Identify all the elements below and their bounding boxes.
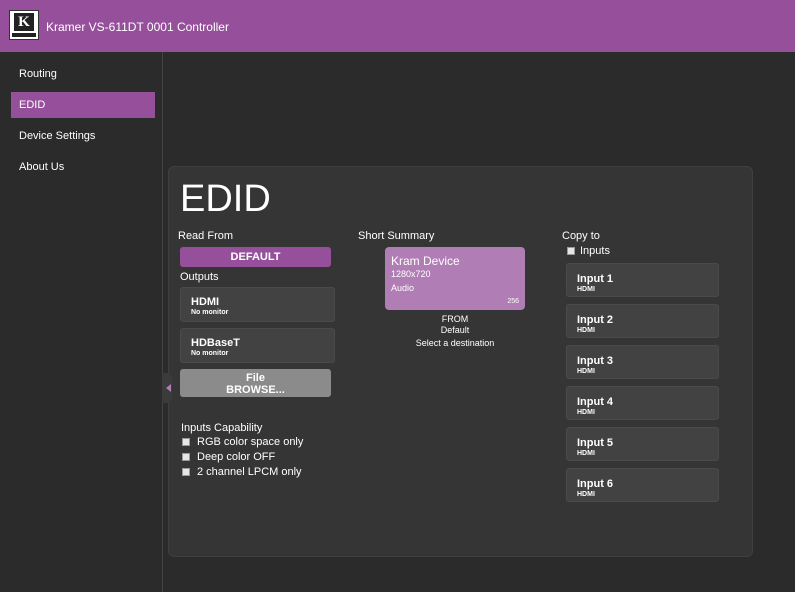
summary-card: Kram Device 1280x720 Audio 256	[385, 247, 525, 310]
deep-color-checkbox[interactable]	[182, 453, 190, 461]
header-bar: K Kramer VS-611DT 0001 Controller	[0, 0, 795, 52]
default-button[interactable]: DEFAULT	[180, 247, 331, 267]
outputs-label: Outputs	[180, 271, 219, 283]
sidebar-item-routing[interactable]: Routing	[11, 61, 155, 87]
summary-number: 256	[507, 298, 519, 305]
output-status: No monitor	[191, 350, 229, 357]
deep-color-label: Deep color OFF	[197, 451, 276, 463]
kramer-logo: K	[9, 10, 39, 40]
input-type: HDMI	[577, 327, 595, 334]
input-type: HDMI	[577, 286, 595, 293]
short-summary-label: Short Summary	[358, 230, 435, 242]
copy-input-3[interactable]: Input 3 HDMI	[566, 345, 719, 379]
rgb-color-checkbox[interactable]	[182, 438, 190, 446]
copy-to-label: Copy to	[562, 230, 600, 242]
copy-input-5[interactable]: Input 5 HDMI	[566, 427, 719, 461]
sidebar-item-edid[interactable]: EDID	[11, 92, 155, 118]
output-name: HDMI	[191, 296, 220, 308]
lpcm-label: 2 channel LPCM only	[197, 466, 302, 478]
lpcm-checkbox[interactable]	[182, 468, 190, 476]
sidebar: Routing EDID Device Settings About Us	[3, 52, 163, 592]
logo-letter: K	[14, 13, 34, 31]
summary-resolution: 1280x720	[391, 269, 431, 279]
select-destination-text: Select a destination	[415, 338, 495, 348]
app-title: Kramer VS-611DT 0001 Controller	[46, 20, 229, 34]
input-name: Input 1	[577, 273, 614, 285]
copy-input-6[interactable]: Input 6 HDMI	[566, 468, 719, 502]
from-label: FROM	[441, 314, 469, 324]
input-name: Input 6	[577, 478, 614, 490]
browse-label: BROWSE...	[226, 384, 285, 396]
summary-audio: Audio	[391, 283, 415, 293]
output-hdbaset-card[interactable]: HDBaseT No monitor	[180, 328, 335, 363]
input-type: HDMI	[577, 491, 595, 498]
logo-wordmark	[12, 33, 36, 37]
output-name: HDBaseT	[191, 337, 240, 349]
collapse-sidebar-handle[interactable]	[162, 373, 172, 403]
input-name: Input 5	[577, 437, 614, 449]
read-from-label: Read From	[178, 230, 234, 242]
output-status: No monitor	[191, 309, 229, 316]
chevron-left-icon	[166, 384, 171, 392]
sidebar-item-device-settings[interactable]: Device Settings	[11, 123, 155, 149]
file-browse-button[interactable]: File BROWSE...	[180, 369, 331, 397]
copy-input-4[interactable]: Input 4 HDMI	[566, 386, 719, 420]
inputs-select-all-checkbox[interactable]	[567, 247, 575, 255]
input-name: Input 4	[577, 396, 614, 408]
input-name: Input 2	[577, 314, 614, 326]
copy-input-1[interactable]: Input 1 HDMI	[566, 263, 719, 297]
rgb-color-label: RGB color space only	[197, 436, 304, 448]
output-hdmi-card[interactable]: HDMI No monitor	[180, 287, 335, 322]
input-name: Input 3	[577, 355, 614, 367]
file-label: File	[246, 372, 265, 384]
input-type: HDMI	[577, 368, 595, 375]
input-type: HDMI	[577, 409, 595, 416]
from-value: Default	[440, 325, 470, 335]
input-type: HDMI	[577, 450, 595, 457]
summary-device: Kram Device	[391, 254, 460, 268]
inputs-capability-label: Inputs Capability	[181, 422, 263, 434]
page-title: EDID	[180, 178, 271, 220]
copy-input-2[interactable]: Input 2 HDMI	[566, 304, 719, 338]
sidebar-item-about-us[interactable]: About Us	[11, 154, 155, 180]
inputs-check-label: Inputs	[580, 245, 610, 257]
